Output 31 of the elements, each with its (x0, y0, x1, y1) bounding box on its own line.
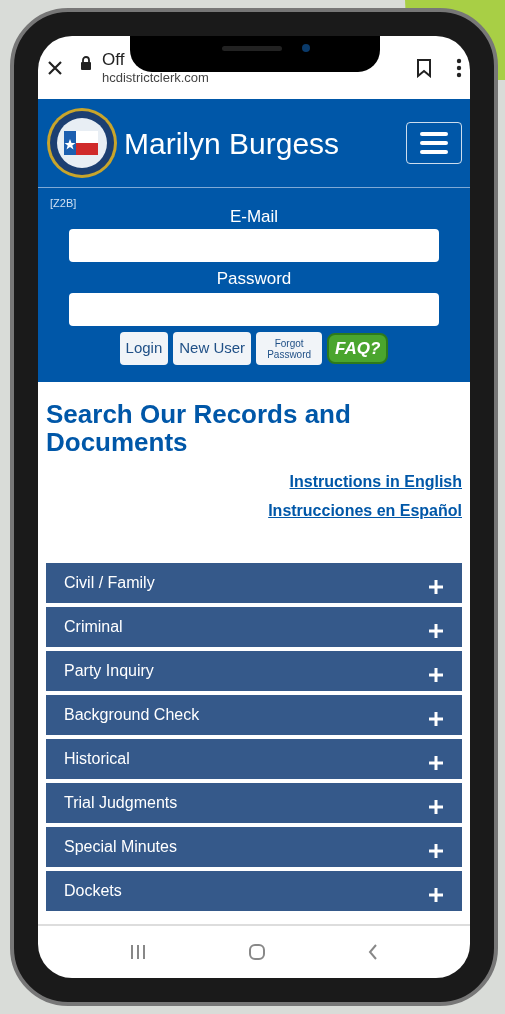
email-label: E-Mail (229, 208, 279, 225)
menu-button[interactable] (406, 122, 462, 164)
home-icon[interactable] (248, 943, 266, 961)
accordion-item[interactable]: Historical (46, 739, 462, 779)
back-icon[interactable] (367, 943, 380, 961)
page-title: Off (102, 48, 125, 70)
accordion-item[interactable]: Background Check (46, 695, 462, 735)
section-heading: Search Our Records and Documents (46, 400, 352, 456)
bookmark-icon[interactable] (416, 57, 432, 78)
instructions-link[interactable]: Instructions in English (289, 470, 462, 494)
site-title: Marilyn Burgess (124, 125, 340, 162)
email-field[interactable] (69, 229, 439, 262)
accordion-item[interactable]: Criminal (46, 607, 462, 647)
recent-apps-icon[interactable] (128, 944, 147, 960)
login-panel-button[interactable]: Login (119, 332, 169, 365)
close-icon[interactable] (46, 58, 64, 77)
more-icon[interactable] (456, 57, 462, 78)
page-url: hcdistrictclerk.com (102, 70, 209, 87)
accordion-item[interactable]: Trial Judgments (46, 783, 462, 823)
password-field[interactable] (69, 293, 439, 326)
county-seal-icon[interactable] (46, 107, 118, 179)
login-panel-button[interactable]: Forgot Password (256, 332, 323, 365)
accordion-item[interactable]: Civil / Family (46, 563, 462, 603)
password-label: Password (216, 270, 292, 287)
login-panel-button[interactable]: New User (173, 332, 252, 365)
accordion-item[interactable]: Party Inquiry (46, 651, 462, 691)
accordion-item[interactable]: Dockets (46, 871, 462, 911)
instructions-link[interactable]: Instrucciones en Español (268, 499, 462, 523)
page-code: [Z2B] (50, 198, 77, 209)
lock-icon (80, 55, 92, 70)
accordion-item[interactable]: Special Minutes (46, 827, 462, 867)
